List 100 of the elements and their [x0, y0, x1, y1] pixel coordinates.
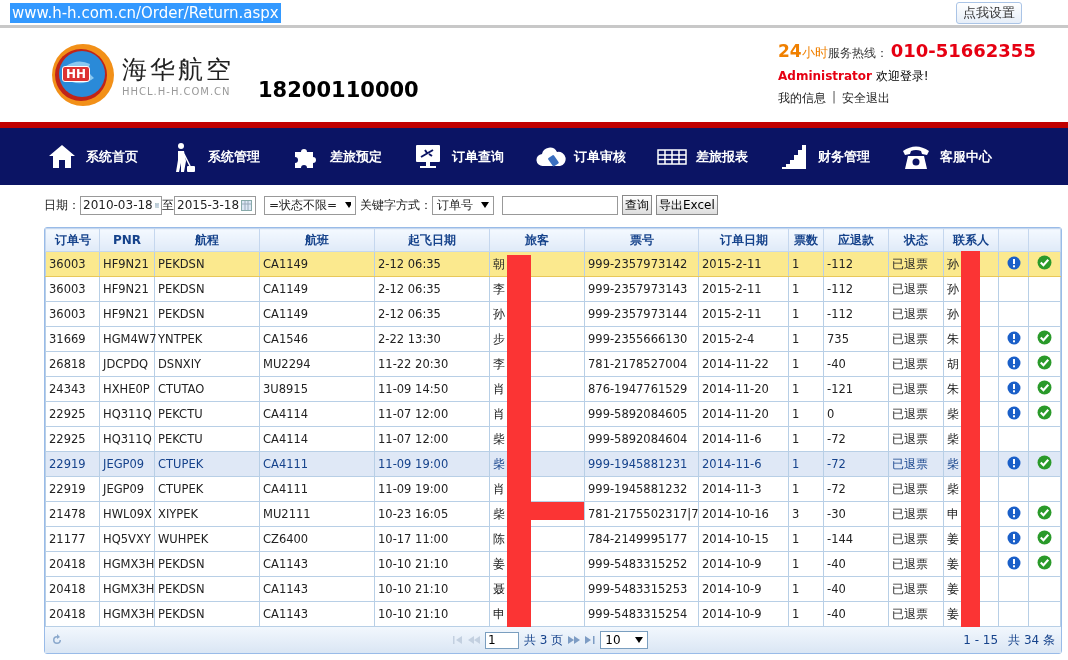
info-icon[interactable]	[1006, 555, 1021, 570]
table-row[interactable]: 21177 HQ5VXY WUHPEK CZ6400 10-17 11:00 陈 784-2149995177 2014-10-15 1 -144 已退票 姜	[45, 526, 1061, 552]
table-row[interactable]: 36003 HF9N21 PEKDSN CA1149 2-12 06:35 李 999-2357973143 2015-2-11 1 -112 已退票 孙	[45, 276, 1061, 302]
nav-item[interactable]: 系统管理	[208, 147, 260, 166]
check-icon[interactable]	[1037, 355, 1052, 370]
table-cell: 3U8915	[259, 376, 375, 402]
date-from-field[interactable]: 2010-03-18	[80, 195, 162, 215]
table-cell: 聂	[493, 581, 505, 596]
column-header[interactable]: 旅客	[489, 228, 585, 252]
table-cell: 肖	[493, 481, 505, 496]
status-dropdown[interactable]: =状态不限=	[264, 195, 356, 215]
table-cell: 999-5892084604	[584, 426, 699, 452]
table-cell: 已退票	[888, 426, 944, 452]
info-icon[interactable]	[1006, 255, 1021, 270]
table-cell: 已退票	[888, 376, 944, 402]
my-info-link[interactable]: 我的信息	[778, 90, 826, 107]
table-row[interactable]: 22925 HQ311Q PEKCTU CA4114 11-07 12:00 柴 999-5892084604 2014-11-6 1 -72 已退票 柴	[45, 426, 1061, 452]
check-icon[interactable]	[1037, 530, 1052, 545]
info-icon[interactable]	[1006, 380, 1021, 395]
info-icon[interactable]	[1006, 455, 1021, 470]
settings-button[interactable]: 点我设置	[956, 1, 1022, 24]
table-cell: HXHE0P	[99, 376, 155, 402]
column-header[interactable]: 航班	[259, 228, 375, 252]
table-cell: 孙	[947, 281, 959, 296]
table-cell: PEKDSN	[154, 601, 260, 627]
table-row[interactable]: 21478 HWL09X XIYPEK MU2111 10-23 16:05 柴 781-2175502317|7 2014-10-16 3 -30 已退票 申	[45, 501, 1061, 527]
column-header[interactable]: 联系人	[943, 228, 999, 252]
search-button[interactable]: 查询	[622, 195, 652, 215]
page-number-field[interactable]: 1	[485, 631, 519, 649]
table-cell: -40	[823, 551, 889, 577]
column-header[interactable]: 航程	[154, 228, 260, 252]
info-icon[interactable]	[1006, 530, 1021, 545]
check-icon[interactable]	[1037, 330, 1052, 345]
info-icon[interactable]	[1006, 505, 1021, 520]
info-icon[interactable]	[1006, 330, 1021, 345]
table-cell: HGM4W7	[99, 326, 155, 352]
column-header[interactable]: PNR	[99, 228, 155, 252]
column-header[interactable]: 票号	[584, 228, 699, 252]
column-header[interactable]: 票数	[788, 228, 824, 252]
nav-item[interactable]: 客服中心	[940, 147, 992, 166]
column-header[interactable]: 起飞日期	[374, 228, 490, 252]
table-row[interactable]: 26818 JDCPDQ DSNXIY MU2294 11-22 20:30 李 781-2178527004 2014-11-22 1 -40 已退票 胡	[45, 351, 1061, 377]
table-cell: 柴	[493, 431, 505, 446]
table-cell: -40	[823, 576, 889, 602]
check-icon[interactable]	[1037, 505, 1052, 520]
table-row[interactable]: 20418 HGMX3H PEKDSN CA1143 10-10 21:10 聂 999-5483315253 2014-10-9 1 -40 已退票 姜	[45, 576, 1061, 602]
table-cell: HF9N21	[99, 301, 155, 327]
table-cell: 20418	[45, 601, 100, 627]
logout-link[interactable]: 安全退出	[842, 90, 891, 107]
table-row[interactable]: 36003 HF9N21 PEKDSN CA1149 2-12 06:35 朝 999-2357973142 2015-2-11 1 -112 已退票 孙	[45, 251, 1061, 277]
check-icon[interactable]	[1037, 455, 1052, 470]
table-cell: HQ5VXY	[99, 526, 155, 552]
check-icon[interactable]	[1037, 405, 1052, 420]
table-cell: -121	[823, 376, 889, 402]
column-header[interactable]: 订单日期	[698, 228, 789, 252]
nav-item[interactable]: 财务管理	[818, 147, 870, 166]
check-icon[interactable]	[1037, 555, 1052, 570]
table-cell: CA4111	[259, 476, 375, 502]
table-row[interactable]: 20418 HGMX3H PEKDSN CA1143 10-10 21:10 姜 999-5483315252 2014-10-9 1 -40 已退票 姜	[45, 551, 1061, 577]
date-to-field[interactable]: 2015-3-18	[174, 195, 256, 215]
table-cell: -72	[823, 426, 889, 452]
nav-item[interactable]: 系统首页	[86, 147, 138, 166]
table-cell: CA1149	[259, 301, 375, 327]
table-row[interactable]: 22925 HQ311Q PEKCTU CA4114 11-07 12:00 肖 999-5892084605 2014-11-20 1 0 已退票 柴	[45, 401, 1061, 427]
check-icon[interactable]	[1037, 255, 1052, 270]
table-cell: 1	[788, 376, 824, 402]
table-cell: CA4114	[259, 426, 375, 452]
table-cell: PEKDSN	[154, 301, 260, 327]
page-size-dropdown[interactable]: 10	[600, 631, 648, 649]
table-row[interactable]: 36003 HF9N21 PEKDSN CA1149 2-12 06:35 孙 999-2357973144 2015-2-11 1 -112 已退票 孙	[45, 301, 1061, 327]
table-row[interactable]: 24343 HXHE0P CTUTAO 3U8915 11-09 14:50 肖 876-1947761529 2014-11-20 1 -121 已退票 朱	[45, 376, 1061, 402]
table-cell: 735	[823, 326, 889, 352]
table-row[interactable]: 31669 HGM4W7YNTPEK CA1546 2-22 13:30 步 999-2355666130 2015-2-4 1 735 已退票 朱	[45, 326, 1061, 352]
check-icon[interactable]	[1037, 380, 1052, 395]
table-cell: -72	[823, 476, 889, 502]
table-cell: 1	[788, 326, 824, 352]
keyword-field[interactable]	[502, 195, 618, 215]
table-cell: 李	[493, 356, 505, 371]
keyword-type-dropdown[interactable]: 订单号	[432, 195, 494, 215]
table-cell: 孙	[493, 306, 505, 321]
export-button[interactable]: 导出Excel	[656, 195, 718, 215]
info-icon[interactable]	[1006, 405, 1021, 420]
column-header[interactable]: 应退款	[823, 228, 889, 252]
hours-number: 24	[778, 41, 802, 61]
table-row[interactable]: 22919 JEGP09 CTUPEK CA4111 11-09 19:00 柴 999-1945881231 2014-11-6 1 -72 已退票 柴	[45, 451, 1061, 477]
nav-item[interactable]: 订单审核	[574, 147, 626, 166]
table-row[interactable]: 22919 JEGP09 CTUPEK CA4111 11-09 19:00 肖 999-1945881232 2014-11-3 1 -72 已退票 柴	[45, 476, 1061, 502]
table-cell: 2014-11-20	[698, 376, 789, 402]
table-cell: 步	[493, 331, 505, 346]
column-header[interactable]: 订单号	[45, 228, 100, 252]
nav-item[interactable]: 订单查询	[452, 147, 504, 166]
nav-item[interactable]: 差旅报表	[696, 147, 748, 166]
column-header[interactable]: 状态	[888, 228, 944, 252]
table-cell: 2-12 06:35	[374, 251, 490, 277]
table-cell: 姜	[947, 531, 959, 546]
table-cell: 22925	[45, 426, 100, 452]
table-row[interactable]: 20418 HGMX3H PEKDSN CA1143 10-10 21:10 申 999-5483315254 2014-10-9 1 -40 已退票 姜	[45, 601, 1061, 627]
info-icon[interactable]	[1006, 355, 1021, 370]
nav-item[interactable]: 差旅预定	[330, 147, 382, 166]
table-cell: 10-10 21:10	[374, 576, 490, 602]
